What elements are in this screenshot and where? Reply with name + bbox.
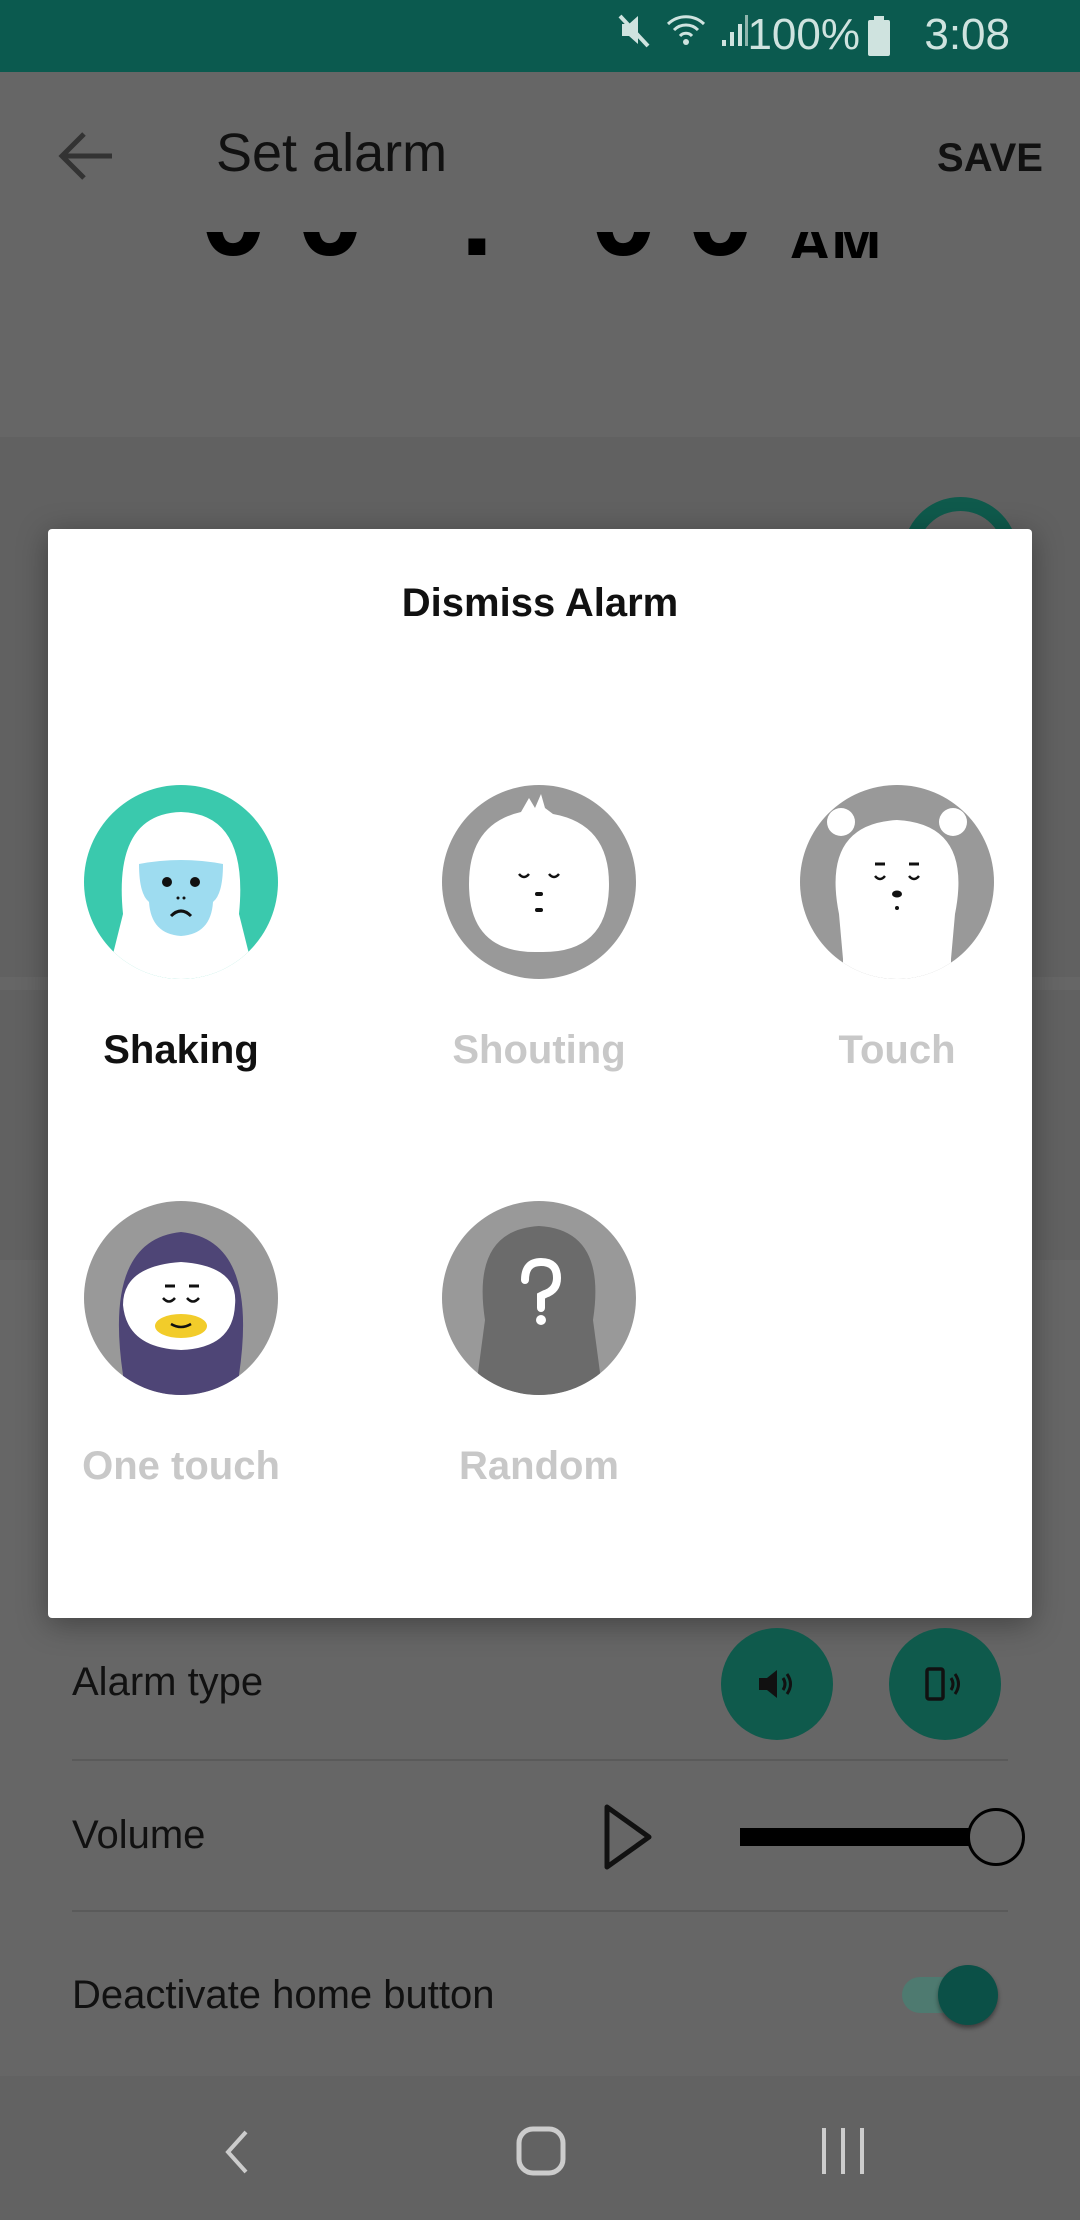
volume-slider-track[interactable] (740, 1828, 996, 1846)
play-icon[interactable] (603, 1803, 653, 1871)
status-time: 3:08 (924, 10, 1010, 59)
volume-slider-thumb[interactable] (967, 1808, 1025, 1866)
bear-avatar-icon (800, 785, 994, 979)
option-random[interactable]: Random (389, 1200, 689, 1489)
option-one-touch[interactable]: One touch (31, 1200, 331, 1489)
dialog-title: Dismiss Alarm (401, 581, 679, 625)
penguin-avatar-icon (84, 1201, 278, 1395)
mute-icon (618, 14, 650, 48)
volume-label: Volume (72, 1813, 206, 1857)
back-arrow-icon[interactable] (58, 130, 114, 182)
status-bar: 100% 3:08 (0, 0, 1080, 72)
nav-recents-icon[interactable] (820, 2126, 866, 2176)
vibrate-button[interactable] (889, 1628, 1001, 1740)
vibrate-icon (925, 1667, 960, 1701)
sound-button[interactable] (721, 1628, 833, 1740)
option-label: Touch (838, 1028, 956, 1072)
alarm-type-label: Alarm type (72, 1660, 264, 1704)
option-label: One touch (82, 1444, 280, 1488)
save-button[interactable]: SAVE (937, 136, 1043, 181)
question-avatar-icon (442, 1201, 636, 1395)
option-shouting[interactable]: Shouting (389, 784, 689, 1073)
divider (72, 1910, 1008, 1912)
chick-avatar-icon (442, 785, 636, 979)
deactivate-home-label: Deactivate home button (72, 1973, 495, 2017)
nav-home-icon[interactable] (516, 2126, 566, 2176)
signal-icon (722, 15, 748, 46)
page-title: Set alarm (216, 123, 448, 183)
option-label: Shaking (103, 1028, 259, 1072)
sound-icon (759, 1670, 792, 1698)
wifi-icon (666, 15, 706, 45)
battery-percent: 100% (747, 10, 860, 59)
option-shaking[interactable]: Shaking (31, 784, 331, 1073)
dismiss-alarm-dialog: Dismiss Alarm Shaking Shouting Touch One… (48, 529, 1032, 1618)
battery-icon (868, 16, 890, 56)
toggle-thumb[interactable] (938, 1965, 998, 2025)
option-label: Random (459, 1444, 619, 1488)
option-label: Shouting (452, 1028, 626, 1072)
divider (72, 1759, 1008, 1761)
status-icons (616, 12, 750, 48)
gorilla-avatar-icon (84, 785, 278, 979)
nav-back-icon[interactable] (222, 2128, 252, 2176)
option-touch[interactable]: Touch (747, 784, 1047, 1073)
navigation-bar (0, 2076, 1080, 2220)
